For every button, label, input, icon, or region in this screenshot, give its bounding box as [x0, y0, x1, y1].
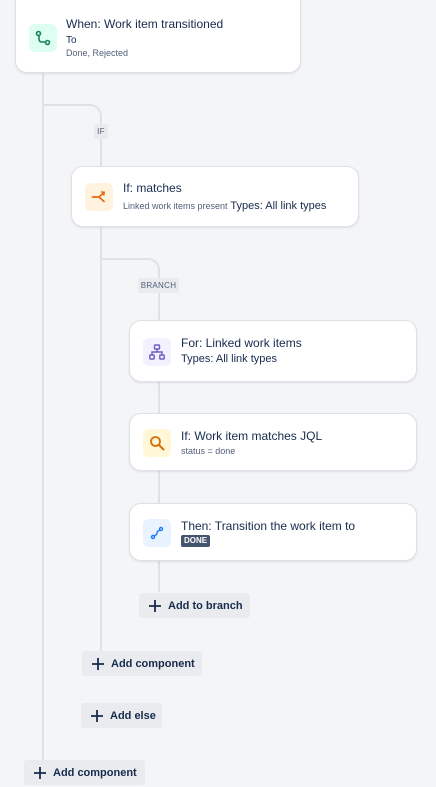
condition-detail-small: Linked work items present — [123, 201, 228, 211]
branch-tag: BRANCH — [138, 278, 179, 293]
jql-icon-box — [143, 429, 171, 457]
action-card-title: Then: Transition the work item to — [181, 519, 356, 533]
branch-condition-icon — [91, 191, 106, 203]
add-to-branch-button[interactable]: Add to branch — [139, 593, 250, 618]
if-connector-curve — [43, 104, 102, 120]
branch-icon-box — [143, 338, 171, 366]
trigger-card[interactable]: When: Work item transitioned To Done, Re… — [15, 0, 301, 73]
condition-title: If: matches — [123, 181, 182, 195]
add-to-branch-label: Add to branch — [168, 599, 243, 612]
trigger-icon-box — [29, 24, 57, 52]
condition-connector-line — [100, 226, 102, 660]
main-connector-line — [42, 72, 44, 762]
jql-card-subtitle: status = done — [181, 446, 236, 456]
condition-detail: Linked work items present Types: All lin… — [123, 200, 326, 212]
add-else-button[interactable]: Add else — [81, 703, 162, 728]
condition-card[interactable]: If: matches Linked work items present Ty… — [71, 166, 359, 227]
trigger-to-values: Done, Rejected — [66, 48, 129, 58]
hierarchy-icon — [149, 344, 165, 360]
transition-icon — [35, 30, 51, 46]
transition-action-icon — [150, 526, 164, 540]
branch-card-title: For: Linked work items — [181, 336, 302, 350]
jql-condition-card[interactable]: If: Work item matches JQL status = done — [129, 413, 417, 471]
branch-card-subtitle: Types: All link types — [181, 353, 277, 365]
if-tag: IF — [94, 124, 108, 139]
add-component-outer-button[interactable]: Add component — [24, 760, 145, 785]
search-icon — [150, 436, 165, 451]
transition-action-card[interactable]: Then: Transition the work item to DONE — [129, 503, 417, 561]
add-component-outer-label: Add component — [53, 766, 137, 779]
plus-icon — [91, 657, 105, 671]
branch-card[interactable]: For: Linked work items Types: All link t… — [129, 320, 417, 382]
condition-detail-strong: Types: All link types — [230, 200, 327, 212]
action-icon-box — [143, 519, 171, 547]
jql-card-title: If: Work item matches JQL — [181, 429, 323, 443]
automation-rule-canvas: When: Work item transitioned To Done, Re… — [0, 0, 436, 787]
trigger-to-label: To — [66, 35, 77, 46]
plus-icon — [33, 766, 47, 780]
add-component-inner-button[interactable]: Add component — [82, 651, 202, 676]
status-lozenge-done: DONE — [181, 535, 211, 547]
add-component-inner-label: Add component — [111, 657, 195, 670]
add-else-label: Add else — [110, 709, 156, 722]
condition-icon-box — [85, 183, 113, 211]
branch-connector-curve — [101, 258, 160, 274]
plus-icon — [90, 709, 104, 723]
plus-icon — [148, 599, 162, 613]
trigger-title: When: Work item transitioned — [66, 17, 224, 31]
